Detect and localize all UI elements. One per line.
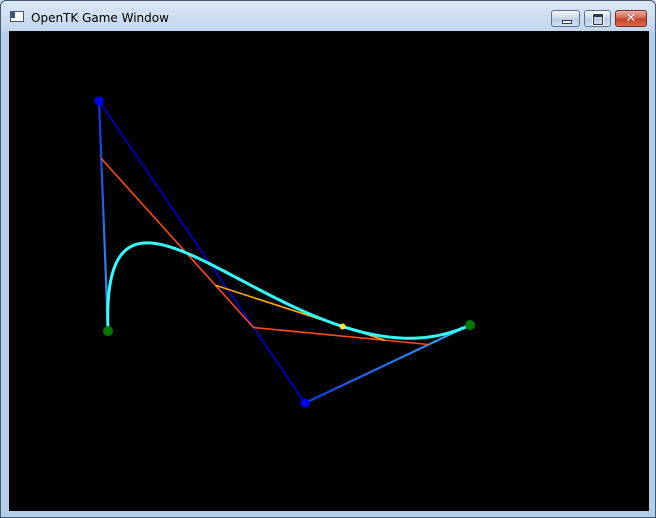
maximize-button[interactable]	[584, 10, 611, 27]
control-point-2	[300, 398, 310, 408]
control-segment-middle	[98, 100, 306, 404]
game-window: OpenTK Game Window ✕	[0, 0, 656, 518]
close-icon: ✕	[625, 11, 637, 26]
window-title: OpenTK Game Window	[31, 11, 169, 25]
minimize-icon	[562, 20, 572, 24]
bezier-scene	[94, 96, 475, 408]
minimize-button[interactable]	[551, 10, 580, 27]
endpoint-start	[103, 326, 113, 336]
construction-level-1	[100, 157, 429, 346]
opentk-app-icon	[10, 11, 24, 22]
title-bar[interactable]: OpenTK Game Window ✕	[1, 1, 655, 31]
control-point-1	[94, 96, 104, 106]
bezier-curve	[106, 241, 472, 340]
endpoint-end	[465, 320, 475, 330]
maximize-icon	[593, 14, 603, 25]
control-segment-left	[97, 100, 110, 332]
curve-point-marker	[339, 323, 346, 330]
render-canvas[interactable]	[9, 31, 649, 511]
close-button[interactable]: ✕	[615, 10, 647, 27]
